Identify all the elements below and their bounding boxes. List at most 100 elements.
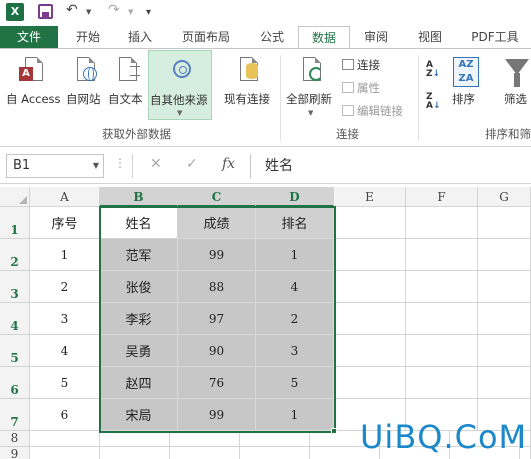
ribbon-tabs: 文件 开始 插入 页面布局 公式 数据 审阅 视图 PDF工具: [0, 26, 531, 49]
from-other-sources-button[interactable]: 自其他来源 ▼: [148, 50, 212, 120]
tab-view[interactable]: 视图: [404, 26, 456, 48]
cell-d7[interactable]: 1: [256, 399, 334, 431]
save-icon[interactable]: [38, 4, 53, 19]
cell-b6[interactable]: 赵四: [100, 367, 178, 399]
from-text-button[interactable]: 自文本: [106, 53, 148, 119]
cell-a3[interactable]: 2: [30, 271, 100, 303]
access-icon: A: [19, 55, 47, 89]
name-box[interactable]: B1 ▼: [6, 154, 104, 178]
sort-descending-button[interactable]: Z A↓: [426, 93, 441, 111]
tab-formulas[interactable]: 公式: [246, 26, 298, 48]
empty-column-f[interactable]: [406, 207, 478, 431]
web-icon: [71, 55, 99, 89]
watermark-logo: UiBQ.CoM: [360, 418, 528, 456]
tab-pdf-tools[interactable]: PDF工具: [460, 26, 530, 48]
cell-a1[interactable]: 序号: [30, 207, 100, 239]
cell-b7[interactable]: 宋局: [100, 399, 178, 431]
formula-input[interactable]: 姓名: [250, 154, 531, 178]
cell-d3[interactable]: 4: [256, 271, 334, 303]
tab-data[interactable]: 数据: [298, 26, 350, 49]
more-icon: ⋮: [114, 156, 126, 170]
sort-ascending-button[interactable]: A Z↓: [426, 61, 440, 79]
undo-dropdown-icon[interactable]: ▼: [86, 8, 91, 16]
row-header-4[interactable]: 4: [0, 303, 30, 335]
redo-dropdown-icon[interactable]: ▼: [128, 8, 133, 16]
cell-d1[interactable]: 排名: [256, 207, 334, 239]
undo-icon[interactable]: ↶: [66, 2, 78, 18]
row-header-3[interactable]: 3: [0, 271, 30, 303]
cell-b1[interactable]: 姓名: [100, 207, 178, 239]
from-access-button[interactable]: A 自 Access: [2, 53, 64, 119]
chevron-down-icon: ▼: [308, 109, 314, 117]
column-header-c[interactable]: C: [178, 187, 256, 207]
cell-c5[interactable]: 90: [178, 335, 256, 367]
tab-review[interactable]: 审阅: [350, 26, 402, 48]
cell-c1[interactable]: 成绩: [178, 207, 256, 239]
cell-d5[interactable]: 3: [256, 335, 334, 367]
fill-handle[interactable]: [331, 428, 337, 434]
row-header-6[interactable]: 6: [0, 367, 30, 399]
existing-connections-button[interactable]: 现有连接: [220, 53, 276, 119]
other-sources-icon: [166, 56, 194, 90]
tab-page-layout[interactable]: 页面布局: [168, 26, 244, 48]
edit-links-icon: [342, 105, 354, 116]
tab-home[interactable]: 开始: [62, 26, 114, 48]
group-label-connections: 连接: [336, 127, 359, 141]
from-web-button[interactable]: 自网站: [64, 53, 106, 119]
cell-c6[interactable]: 76: [178, 367, 256, 399]
cell-d4[interactable]: 2: [256, 303, 334, 335]
connections-icon: [342, 59, 354, 70]
empty-column-e[interactable]: [334, 207, 406, 431]
column-header-b[interactable]: B: [100, 187, 178, 207]
cell-c2[interactable]: 99: [178, 239, 256, 271]
cancel-icon[interactable]: ✕: [150, 156, 162, 172]
cell-b4[interactable]: 李彩: [100, 303, 178, 335]
cell-c3[interactable]: 88: [178, 271, 256, 303]
cell-a2[interactable]: 1: [30, 239, 100, 271]
cell-c4[interactable]: 97: [178, 303, 256, 335]
enter-icon[interactable]: ✓: [186, 156, 198, 172]
cell-a6[interactable]: 5: [30, 367, 100, 399]
customize-icon[interactable]: ▾: [146, 7, 151, 18]
connections-button[interactable]: 连接: [342, 57, 380, 73]
chevron-down-icon[interactable]: ▼: [93, 155, 99, 177]
existing-connections-icon: [234, 55, 262, 89]
cell-a7[interactable]: 6: [30, 399, 100, 431]
row-header-1[interactable]: 1: [0, 207, 30, 239]
ribbon-data: A 自 Access 自网站 自文本 自其他来源 ▼ 现有连接 获取外部数据 全…: [0, 48, 531, 147]
row-header-2[interactable]: 2: [0, 239, 30, 271]
properties-button[interactable]: 属性: [342, 80, 380, 96]
cell-d2[interactable]: 1: [256, 239, 334, 271]
sort-button[interactable]: AZ ZA 排序: [448, 53, 484, 119]
properties-icon: [342, 82, 354, 93]
column-header-g[interactable]: G: [478, 187, 531, 207]
row-header-9[interactable]: 9: [0, 447, 30, 459]
group-label-sort-filter: 排序和筛: [485, 127, 531, 141]
column-header-a[interactable]: A: [30, 187, 100, 207]
tab-file[interactable]: 文件: [0, 26, 58, 48]
filter-icon: [501, 55, 529, 89]
cell-c7[interactable]: 99: [178, 399, 256, 431]
row-header-5[interactable]: 5: [0, 335, 30, 367]
tab-insert[interactable]: 插入: [114, 26, 166, 48]
cell-a4[interactable]: 3: [30, 303, 100, 335]
cell-b3[interactable]: 张俊: [100, 271, 178, 303]
row-header-8[interactable]: 8: [0, 431, 30, 447]
select-all-button[interactable]: [0, 187, 30, 207]
cell-b2[interactable]: 范军: [100, 239, 178, 271]
cell-b5[interactable]: 吴勇: [100, 335, 178, 367]
refresh-all-button[interactable]: 全部刷新 ▼: [284, 53, 338, 119]
redo-icon[interactable]: ↷: [108, 2, 120, 18]
insert-function-icon[interactable]: fx: [222, 156, 235, 172]
column-header-d[interactable]: D: [256, 187, 334, 207]
row-header-7[interactable]: 7: [0, 399, 30, 431]
column-header-f[interactable]: F: [406, 187, 478, 207]
cell-d6[interactable]: 5: [256, 367, 334, 399]
edit-links-button[interactable]: 编辑链接: [342, 103, 403, 119]
empty-column-g[interactable]: [478, 207, 531, 431]
filter-button[interactable]: 筛选: [498, 53, 531, 119]
column-header-e[interactable]: E: [334, 187, 406, 207]
formula-bar: B1 ▼ ⋮ ✕ ✓ fx 姓名: [0, 148, 531, 184]
cell-a5[interactable]: 4: [30, 335, 100, 367]
group-divider: [280, 55, 281, 141]
